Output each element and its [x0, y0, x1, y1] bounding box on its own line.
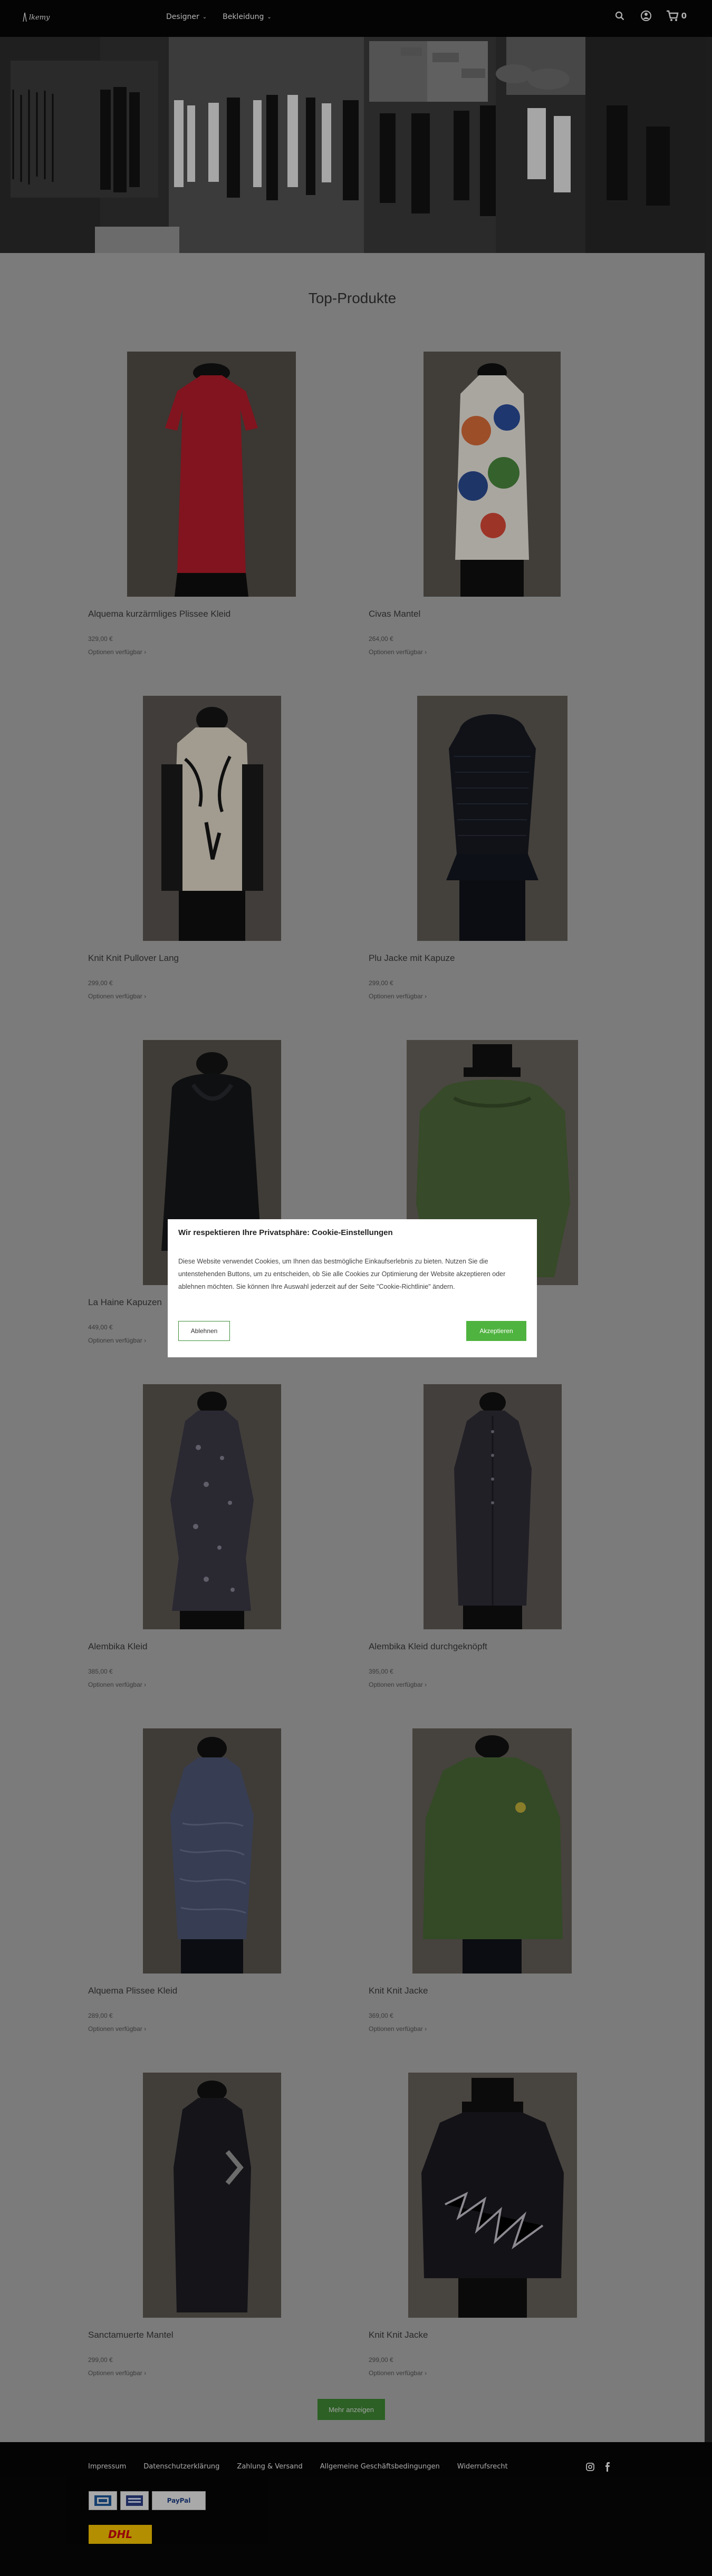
cookie-title: Wir respektieren Ihre Privatsphäre: Cook… [178, 1228, 393, 1237]
cookie-consent-modal: Wir respektieren Ihre Privatsphäre: Cook… [168, 1219, 537, 1357]
reject-cookies-button[interactable]: Ablehnen [178, 1321, 230, 1341]
cookie-description: Diese Website verwendet Cookies, um Ihne… [178, 1258, 506, 1290]
accept-cookies-button[interactable]: Akzeptieren [466, 1321, 526, 1341]
